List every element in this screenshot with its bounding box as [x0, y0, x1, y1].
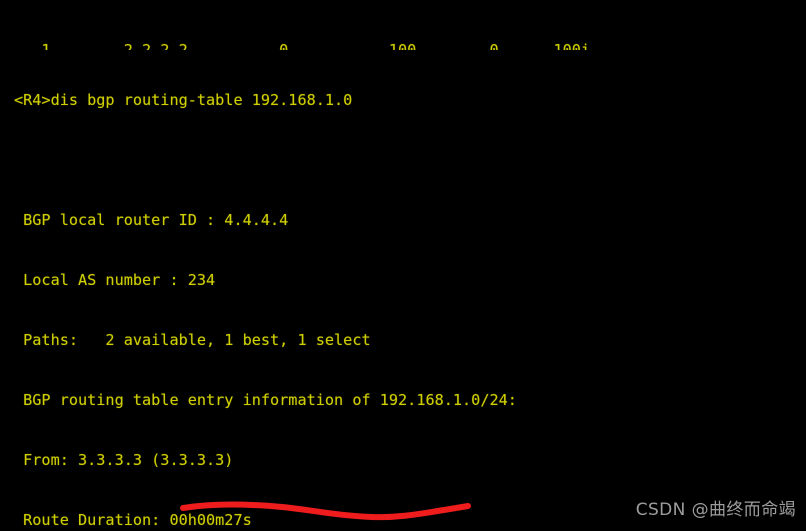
console-line-from-1: From: 3.3.3.3 (3.3.3.3) — [14, 451, 234, 469]
console-line-local-router-id: BGP local router ID : 4.4.4.4 — [14, 211, 289, 229]
console-line-truncated: 1 2.2.2.2 0 100 0 100i — [14, 41, 591, 50]
csdn-watermark: CSDN @曲终而命竭 — [635, 500, 796, 520]
console-line-blank — [0, 150, 806, 170]
console-line-prompt-command: <R4>dis bgp routing-table 192.168.1.0 — [14, 91, 353, 109]
console-line-paths: Paths: 2 available, 1 best, 1 select — [14, 331, 371, 349]
console-output: 1 2.2.2.2 0 100 0 100i <R4>dis bgp routi… — [0, 0, 806, 531]
terminal-window[interactable]: 1 2.2.2.2 0 100 0 100i <R4>dis bgp routi… — [0, 0, 806, 531]
console-line-entry-header-1: BGP routing table entry information of 1… — [14, 391, 517, 409]
console-line-local-as-number: Local AS number : 234 — [14, 271, 216, 289]
